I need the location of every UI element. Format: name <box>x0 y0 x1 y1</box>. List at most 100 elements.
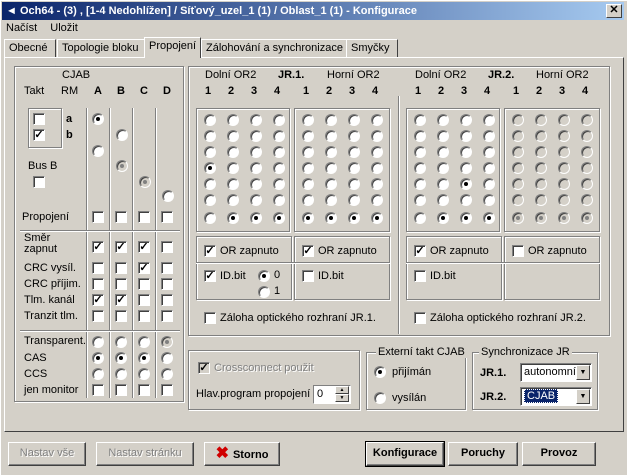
ext-title: Externí takt CJAB <box>376 346 467 358</box>
jr1-idbit1-checkbox[interactable]: ✓ <box>204 270 216 282</box>
jr2-or2-checkbox[interactable] <box>512 245 524 257</box>
jr2-or1-label: OR zapnuto <box>430 245 489 257</box>
rm-d-radio[interactable] <box>162 190 174 202</box>
tab-topologie[interactable]: Topologie bloku <box>57 39 145 57</box>
crcp-b[interactable] <box>115 278 127 290</box>
propojeni-c-checkbox[interactable] <box>138 211 150 223</box>
tab-propojeni[interactable]: Propojení <box>144 37 201 58</box>
jr1-id0-radio[interactable] <box>258 270 270 282</box>
jr1-num: 1 <box>303 85 310 97</box>
jr1-or1-checkbox[interactable]: ✓ <box>204 245 216 257</box>
zapnut-a[interactable]: ✓ <box>92 241 104 253</box>
zapnut-c[interactable]: ✓ <box>138 241 150 253</box>
cas-b[interactable] <box>115 352 127 364</box>
takt-b-checkbox[interactable]: ✓ <box>33 129 45 141</box>
jr1-zaloha-checkbox[interactable] <box>204 312 216 324</box>
nastav-stranku-button[interactable]: Nastav stránku <box>96 442 194 466</box>
ext-prijiman-radio[interactable] <box>374 366 386 378</box>
spin-down-icon[interactable]: ▼ <box>335 394 349 402</box>
spin-up-icon[interactable]: ▲ <box>335 386 349 394</box>
mon-c[interactable] <box>138 384 150 396</box>
cas-c[interactable] <box>138 352 150 364</box>
sync-jr1-select[interactable]: autonomní ▼ <box>520 363 592 382</box>
chevron-down-icon[interactable]: ▼ <box>576 365 590 380</box>
jr1-idbit2-label: ID.bit <box>318 270 344 282</box>
crcp-d[interactable] <box>161 278 173 290</box>
jr2-idbit-checkbox[interactable] <box>414 270 426 282</box>
mon-d[interactable] <box>161 384 173 396</box>
menu-nacist[interactable]: Načíst <box>6 22 37 34</box>
jr1-or2-checkbox[interactable]: ✓ <box>302 245 314 257</box>
propojeni-a-checkbox[interactable] <box>92 211 104 223</box>
rm-a2-radio[interactable] <box>92 145 104 157</box>
crcp-a[interactable] <box>92 278 104 290</box>
busb-checkbox[interactable] <box>33 176 45 188</box>
ccs-b[interactable] <box>115 368 127 380</box>
cas-d[interactable] <box>161 352 173 364</box>
zapnut-d[interactable] <box>161 241 173 253</box>
tranzit-b[interactable] <box>115 310 127 322</box>
zapnut-b[interactable]: ✓ <box>115 241 127 253</box>
jr1-id1-radio[interactable] <box>258 286 270 298</box>
jr2-title: JR.2. <box>488 69 515 81</box>
rm-a-radio[interactable] <box>92 113 104 125</box>
tlm-kanal-label: Tlm. kanál <box>24 294 75 306</box>
ext-vysilan-radio[interactable] <box>374 392 386 404</box>
trans-d[interactable] <box>161 336 173 348</box>
jr2-or1-checkbox[interactable]: ✓ <box>414 245 426 257</box>
nastav-vse-button[interactable]: Nastav vše <box>8 442 86 466</box>
ccs-c[interactable] <box>138 368 150 380</box>
tlm-c[interactable] <box>138 294 150 306</box>
tab-smycky[interactable]: Smyčky <box>346 39 398 57</box>
storno-button[interactable]: ✖ Storno <box>204 442 280 466</box>
jr2-zaloha-checkbox[interactable] <box>414 312 426 324</box>
poruchy-button[interactable]: Poruchy <box>448 442 518 466</box>
cas-a[interactable] <box>92 352 104 364</box>
propojeni-d-checkbox[interactable] <box>161 211 173 223</box>
jr2-horni-label: Horní OR2 <box>536 69 589 81</box>
tlm-a[interactable]: ✓ <box>92 294 104 306</box>
trans-b[interactable] <box>115 336 127 348</box>
ccs-d[interactable] <box>161 368 173 380</box>
jr1-sep <box>196 262 390 264</box>
crcv-a[interactable] <box>92 262 104 274</box>
rm-c-radio[interactable] <box>139 176 151 188</box>
sync-jr1-label: JR.1. <box>480 367 507 379</box>
jr2-num: 1 <box>415 85 422 97</box>
tranzit-a[interactable] <box>92 310 104 322</box>
tranzit-d[interactable] <box>161 310 173 322</box>
chevron-down-icon[interactable]: ▼ <box>576 389 590 404</box>
konfigurace-button[interactable]: Konfigurace <box>365 441 445 467</box>
jr2-num: 3 <box>461 85 468 97</box>
mon-b[interactable] <box>115 384 127 396</box>
propojeni-label: Propojení <box>22 211 70 223</box>
provoz-button[interactable]: Provoz <box>522 442 596 466</box>
tab-zalohovani[interactable]: Zálohování a synchronizace <box>201 39 347 57</box>
trans-c[interactable] <box>138 336 150 348</box>
hlav-spinner[interactable]: 0 ▲ ▼ <box>313 385 351 404</box>
trans-a[interactable] <box>92 336 104 348</box>
jr1-dolni-box <box>196 108 290 232</box>
crcv-d[interactable] <box>161 262 173 274</box>
jr1-idbit2-checkbox[interactable] <box>302 270 314 282</box>
crcv-b[interactable] <box>115 262 127 274</box>
rm-b-radio[interactable] <box>116 129 128 141</box>
propojeni-b-checkbox[interactable] <box>115 211 127 223</box>
ext-vysilan-label: vysílán <box>392 392 427 404</box>
busb-label: Bus B <box>28 160 58 172</box>
menu-ulozit[interactable]: Uložit <box>50 22 78 34</box>
cross-checkbox[interactable]: ✓ <box>198 362 210 374</box>
takt-a-checkbox[interactable] <box>33 113 45 125</box>
crcv-c[interactable]: ✓ <box>138 262 150 274</box>
sync-jr2-select[interactable]: CJAB ▼ <box>520 387 592 406</box>
crcp-c[interactable] <box>138 278 150 290</box>
tranzit-c[interactable] <box>138 310 150 322</box>
tab-obecne[interactable]: Obecné <box>4 39 56 57</box>
jr1-horni-label: Horní OR2 <box>327 69 380 81</box>
tlm-d[interactable] <box>161 294 173 306</box>
rm-b2-radio[interactable] <box>116 160 128 172</box>
ccs-a[interactable] <box>92 368 104 380</box>
tlm-b[interactable]: ✓ <box>115 294 127 306</box>
mon-a[interactable] <box>92 384 104 396</box>
close-button[interactable]: ✕ <box>606 4 622 18</box>
